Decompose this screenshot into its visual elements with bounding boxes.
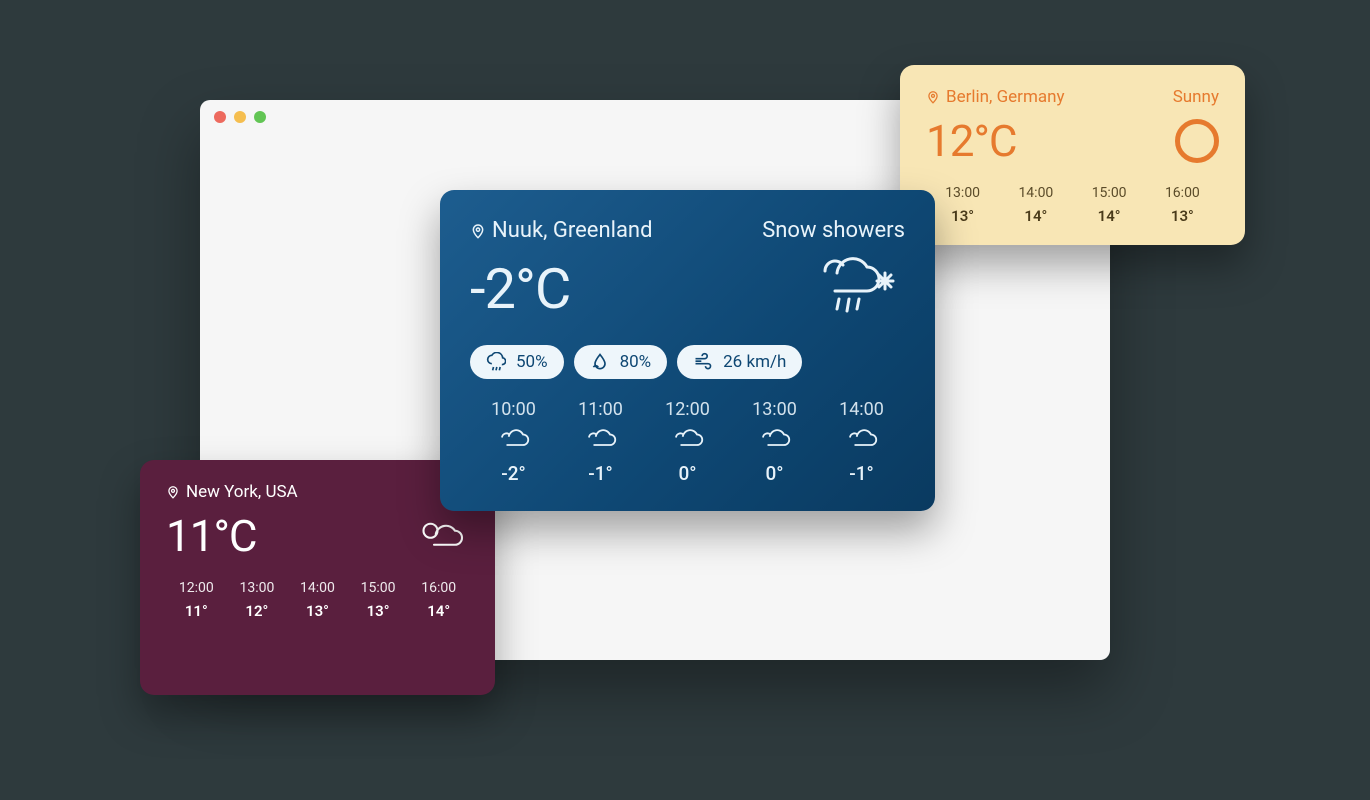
partly-cloudy-icon — [413, 514, 469, 558]
cloudy-icon — [757, 426, 793, 452]
location-pin-icon — [470, 223, 486, 239]
humidity-icon — [590, 352, 610, 372]
hour-slot: 14:0013° — [287, 580, 348, 620]
current-temp: 12°C — [926, 115, 1017, 167]
hour-slot: 13:00 0° — [731, 399, 818, 485]
hour-slot: 16:0013° — [1146, 185, 1219, 225]
location-label: New York, USA — [186, 482, 298, 502]
hour-slot: 15:0014° — [1073, 185, 1146, 225]
precipitation-icon — [486, 352, 506, 372]
hour-slot: 13:0012° — [227, 580, 288, 620]
hourly-forecast: 13:0013° 14:0014° 15:0014° 16:0013° — [926, 185, 1219, 225]
cloudy-icon — [670, 426, 706, 452]
hourly-forecast: 10:00 -2° 11:00 -1° 12:00 0° 13:00 0° 14… — [470, 399, 905, 485]
current-temp: -2°C — [470, 256, 570, 322]
sun-icon — [1175, 119, 1219, 163]
location-pin-icon — [926, 90, 940, 104]
condition-label: Snow showers — [762, 218, 905, 243]
weather-card-berlin[interactable]: Berlin, Germany Sunny 12°C 13:0013° 14:0… — [900, 65, 1245, 245]
close-icon[interactable] — [214, 111, 226, 123]
cloudy-icon — [583, 426, 619, 452]
hourly-forecast: 12:0011° 13:0012° 14:0013° 15:0013° 16:0… — [166, 580, 469, 620]
hour-slot: 12:00 0° — [644, 399, 731, 485]
hour-slot: 10:00 -2° — [470, 399, 557, 485]
hour-slot: 14:00 -1° — [818, 399, 905, 485]
minimize-icon[interactable] — [234, 111, 246, 123]
precip-pill: 50% — [470, 345, 564, 379]
humidity-pill: 80% — [574, 345, 668, 379]
hour-slot: 12:0011° — [166, 580, 227, 620]
condition-label: Sunny — [1173, 87, 1219, 107]
wind-value: 26 km/h — [723, 352, 786, 372]
hour-slot: 16:0014° — [408, 580, 469, 620]
location-label: Berlin, Germany — [946, 87, 1065, 107]
humidity-value: 80% — [620, 352, 652, 372]
hour-slot: 11:00 -1° — [557, 399, 644, 485]
precip-value: 50% — [516, 352, 548, 372]
location-label: Nuuk, Greenland — [492, 218, 652, 243]
location-pin-icon — [166, 485, 180, 499]
cloudy-icon — [844, 426, 880, 452]
hour-slot: 14:0014° — [999, 185, 1072, 225]
weather-metrics: 50% 80% 26 km/h — [470, 345, 905, 379]
wind-pill: 26 km/h — [677, 345, 802, 379]
current-temp: 11°C — [166, 510, 257, 562]
maximize-icon[interactable] — [254, 111, 266, 123]
wind-icon — [693, 352, 713, 372]
weather-card-nuuk[interactable]: Nuuk, Greenland Snow showers -2°C 50% 80… — [440, 190, 935, 511]
snow-showers-icon — [805, 251, 905, 323]
cloudy-icon — [496, 426, 532, 452]
hour-slot: 13:0013° — [926, 185, 999, 225]
hour-slot: 15:0013° — [348, 580, 409, 620]
